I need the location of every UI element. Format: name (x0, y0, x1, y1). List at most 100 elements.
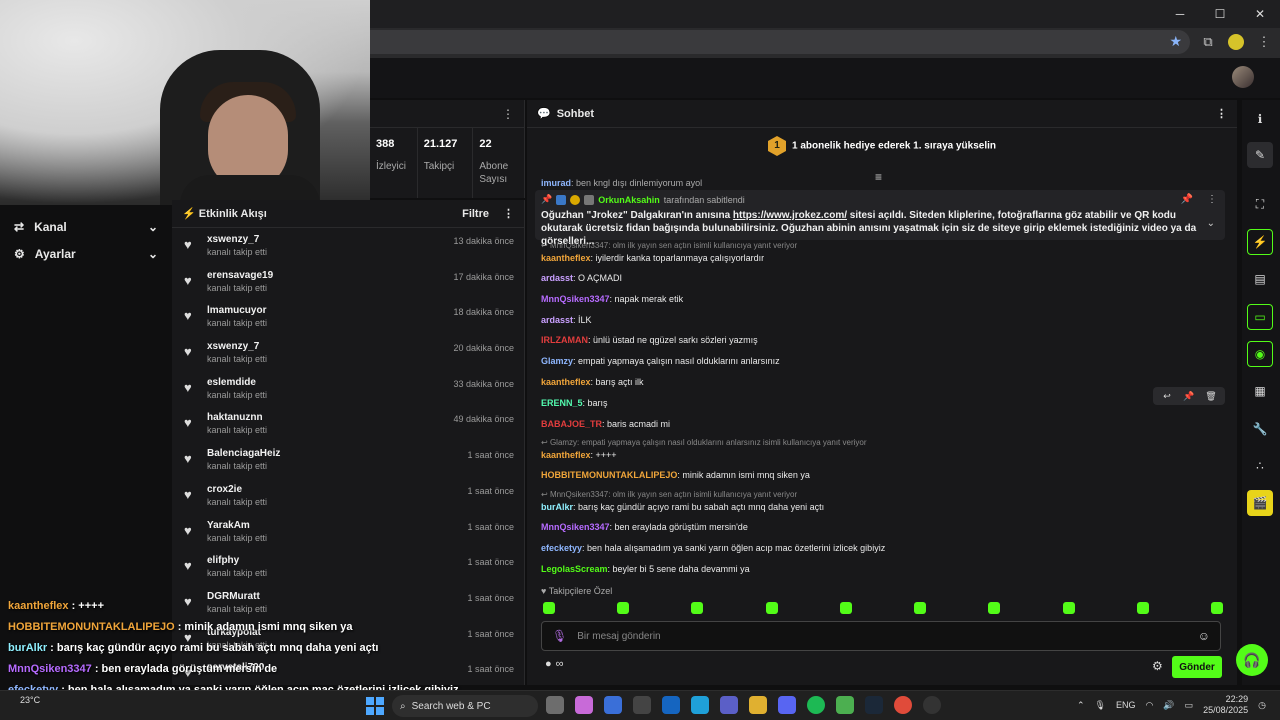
discord-icon[interactable] (778, 696, 796, 714)
address-bar[interactable]: ★ (370, 30, 1190, 54)
activity-user[interactable]: xswenzy_7 (207, 234, 267, 245)
broadcast-icon[interactable]: ◉ (1247, 341, 1273, 367)
more-options-icon[interactable]: ⋮ (503, 207, 514, 220)
steam-icon[interactable] (865, 696, 883, 714)
chat-filter-icon[interactable]: ≡ (875, 170, 882, 184)
microphone-icon[interactable]: 🎙 (552, 629, 567, 643)
message-user[interactable]: LegolasScream (541, 564, 608, 574)
fullscreen-icon[interactable]: ⛶ (1247, 191, 1273, 217)
bookmark-star-icon[interactable]: ★ (1169, 33, 1182, 50)
copilot-icon[interactable] (575, 696, 593, 714)
layers-icon[interactable]: ▦ (1247, 378, 1273, 404)
send-button[interactable]: Gönder (1172, 656, 1222, 678)
volume-icon[interactable]: 🔊 (1163, 700, 1174, 711)
emote-icon[interactable] (543, 602, 555, 614)
profile-avatar-icon[interactable] (1228, 34, 1244, 50)
chevron-down-icon[interactable]: ⌄ (1207, 218, 1215, 229)
activity-item[interactable]: ♥ YarakAm kanalı takip etti 1 saat önce (172, 514, 524, 550)
edit-icon[interactable]: ✎ (1247, 142, 1273, 168)
message-user[interactable]: MnnQsiken3347 (541, 522, 610, 532)
activity-item[interactable]: ♥ crox2ie kanalı takip etti 1 saat önce (172, 478, 524, 514)
chat-bubble-icon[interactable]: ▭ (1247, 304, 1273, 330)
language-indicator[interactable]: ENG (1116, 700, 1136, 710)
activity-bolt-icon[interactable]: ⚡ (1247, 229, 1273, 255)
message-user[interactable]: BABAJOE_TR (541, 419, 602, 429)
activity-item[interactable]: ♥ xswenzy_7 kanalı takip etti 20 dakika önc… (172, 335, 524, 371)
activity-user[interactable]: lmamucuyor (207, 305, 267, 316)
pinned-link[interactable]: https://www.jrokez.com/ (733, 210, 847, 221)
emote-icon[interactable] (617, 602, 630, 614)
gift-goal-banner[interactable]: 1 1 abonelik hediye ederek 1. sıraya yüks… (527, 136, 1237, 156)
activity-user[interactable]: BalenciagaHeiz (207, 448, 280, 459)
message-user[interactable]: imurad (541, 178, 571, 188)
wrench-icon[interactable]: 🔧 (1247, 416, 1273, 442)
emote-icon[interactable] (1210, 602, 1223, 614)
activity-item[interactable]: ♥ erensavage19 kanalı takip etti 17 dakika … (172, 264, 524, 300)
message-user[interactable]: ardasst (541, 315, 573, 325)
unpin-icon[interactable]: 📌 (1181, 194, 1193, 205)
document-icon[interactable]: ▤ (1247, 266, 1273, 292)
clock[interactable]: 22:29 25/08/2025 (1203, 694, 1248, 716)
activity-item[interactable]: ♥ eslemdide kanalı takip etti 33 dakika önc… (172, 371, 524, 407)
minimize-icon[interactable]: ─ (1160, 0, 1200, 28)
close-icon[interactable]: ✕ (1240, 0, 1280, 28)
emote-icon[interactable] (1062, 602, 1075, 614)
filter-button[interactable]: Filtre (462, 208, 489, 220)
weather-widget[interactable]: 23°C (20, 695, 40, 705)
message-user[interactable]: Glamzy (541, 356, 573, 366)
extensions-puzzle-icon[interactable]: ⧉ (1198, 32, 1218, 52)
browser-menu-icon[interactable]: ⋮ (1254, 32, 1274, 52)
microphone-icon[interactable]: 🎙 (1095, 700, 1106, 711)
more-options-icon[interactable]: ⋮ (502, 107, 514, 121)
message-user[interactable]: kaantheflex (541, 253, 591, 263)
more-options-icon[interactable]: ⋮ (1207, 194, 1217, 205)
app-icon[interactable] (604, 696, 622, 714)
emote-icon[interactable] (691, 602, 704, 614)
pinned-by-user[interactable]: OrkunAksahin (598, 195, 660, 205)
activity-user[interactable]: eslemdide (207, 377, 267, 388)
store-icon[interactable] (633, 696, 651, 714)
activity-user[interactable]: erensavage19 (207, 270, 273, 281)
activity-item[interactable]: ♥ lmamucuyor kanalı takip etti 18 dakika ön… (172, 299, 524, 335)
points-icon[interactable]: ● (545, 658, 552, 670)
chevron-up-icon[interactable]: ⌃ (1077, 700, 1085, 711)
emoji-picker-icon[interactable]: ☺ (1198, 629, 1210, 643)
message-user[interactable]: burAlkr (541, 502, 573, 512)
message-user[interactable]: efecketyy (541, 543, 582, 553)
chrome-icon[interactable] (894, 696, 912, 714)
start-button[interactable] (366, 697, 384, 715)
spotify-icon[interactable] (807, 696, 825, 714)
teams-icon[interactable] (720, 696, 738, 714)
activity-user[interactable]: xswenzy_7 (207, 341, 267, 352)
activity-user[interactable]: YarakAm (207, 520, 267, 531)
minecraft-icon[interactable] (836, 696, 854, 714)
activity-item[interactable]: ♥ haktanuznn kanalı takip etti 49 dakika ön… (172, 406, 524, 442)
chat-message-input[interactable] (577, 630, 1198, 642)
activity-user[interactable]: haktanuznn (207, 412, 267, 423)
nodes-icon[interactable]: ∴ (1247, 453, 1273, 479)
sidebar-item-kanal[interactable]: ⇄ Kanal ⌄ (0, 213, 172, 240)
file-explorer-icon[interactable] (749, 696, 767, 714)
activity-user[interactable]: elifphy (207, 555, 267, 566)
user-avatar[interactable] (1232, 66, 1254, 88)
pin-icon[interactable]: 📌 (1179, 389, 1199, 403)
obs-icon[interactable] (923, 696, 941, 714)
taskbar-search[interactable]: ⌕ Search web & PC (392, 695, 538, 717)
activity-item[interactable]: ♥ elifphy kanalı takip etti 1 saat önce (172, 549, 524, 585)
activity-user[interactable]: crox2ie (207, 484, 267, 495)
message-user[interactable]: MnnQsiken3347 (541, 294, 610, 304)
edge-icon[interactable] (691, 696, 709, 714)
activity-item[interactable]: ♥ BalenciagaHeiz kanalı takip etti 1 saat ö… (172, 442, 524, 478)
message-user[interactable]: HOBBITEMONUNTAKLALIPEJO (541, 470, 677, 480)
delete-icon[interactable]: 🗑 (1201, 389, 1221, 403)
message-user[interactable]: kaantheflex (541, 377, 591, 387)
notifications-icon[interactable]: ◷ (1258, 700, 1266, 711)
battery-icon[interactable]: ▭ (1185, 700, 1194, 711)
infinity-icon[interactable]: ∞ (556, 658, 564, 670)
more-options-icon[interactable]: ⋮ (1216, 107, 1227, 120)
maximize-icon[interactable]: ☐ (1200, 0, 1240, 28)
emote-icon[interactable] (1136, 602, 1149, 614)
wifi-icon[interactable]: ◠ (1146, 700, 1154, 711)
reply-icon[interactable]: ↩ (1157, 389, 1177, 403)
message-user[interactable]: ardasst (541, 273, 573, 283)
